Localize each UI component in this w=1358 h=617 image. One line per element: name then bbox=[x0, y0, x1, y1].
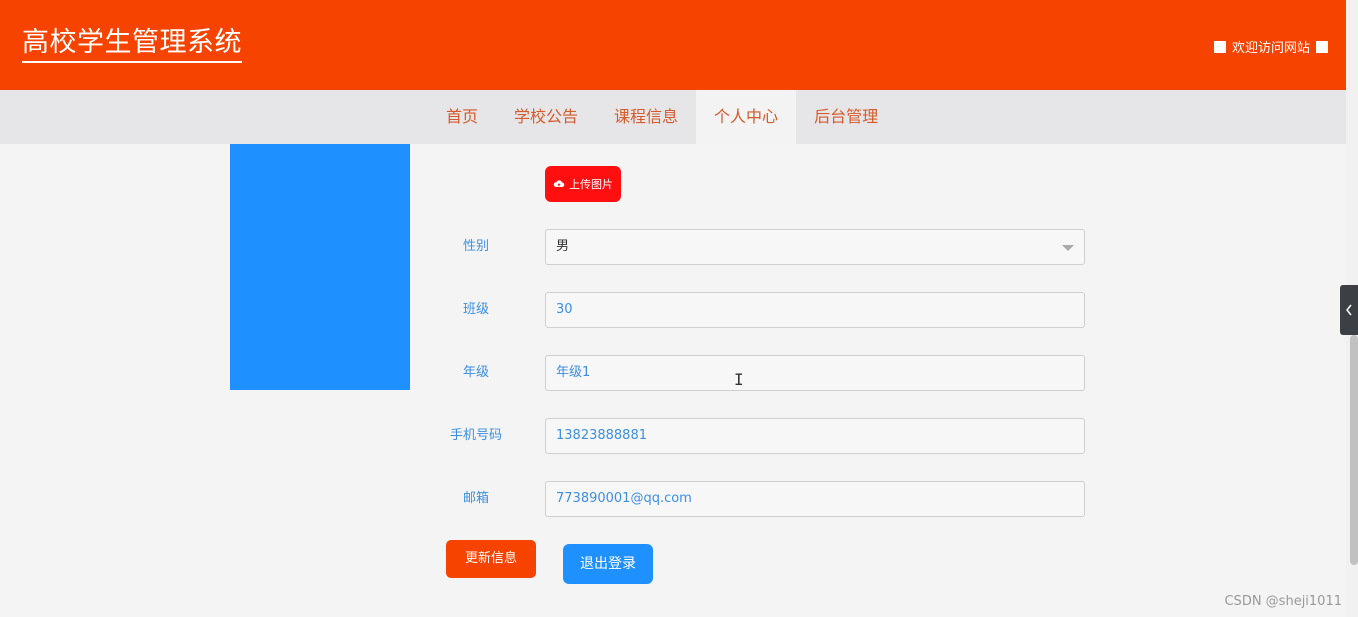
site-header: 高校学生管理系统 欢迎访问网站 bbox=[0, 0, 1346, 90]
nav-item-announcements[interactable]: 学校公告 bbox=[496, 90, 596, 144]
grade-input[interactable]: 年级1 bbox=[545, 355, 1085, 391]
chevron-left-icon bbox=[1346, 304, 1352, 316]
update-info-button[interactable]: 更新信息 bbox=[446, 540, 536, 578]
phone-input[interactable]: 13823888881 bbox=[545, 418, 1085, 454]
site-title[interactable]: 高校学生管理系统 bbox=[22, 26, 242, 63]
watermark: CSDN @sheji1011 bbox=[1224, 594, 1342, 609]
field-row-grade: 年级 年级1 bbox=[430, 355, 1090, 391]
nav-item-profile[interactable]: 个人中心 bbox=[696, 90, 797, 144]
avatar-image bbox=[230, 144, 410, 390]
welcome-text: 欢迎访问网站 bbox=[1231, 41, 1310, 56]
main-nav: 首页 学校公告 课程信息 个人中心 后台管理 bbox=[0, 90, 1346, 144]
field-row-class: 班级 30 bbox=[430, 292, 1090, 328]
gender-label: 性别 bbox=[462, 239, 489, 254]
upload-image-button[interactable]: 上传图片 bbox=[545, 166, 621, 202]
class-label: 班级 bbox=[462, 302, 489, 317]
gender-value: 男 bbox=[556, 239, 570, 254]
upload-image-label: 上传图片 bbox=[569, 178, 613, 191]
class-input[interactable]: 30 bbox=[545, 292, 1085, 328]
sidebar-toggle[interactable] bbox=[1340, 285, 1358, 335]
square-icon bbox=[1213, 40, 1226, 53]
scrollbar-thumb[interactable] bbox=[1350, 335, 1358, 565]
email-input[interactable]: 773890001@qq.com bbox=[545, 481, 1085, 517]
chevron-down-icon bbox=[1062, 245, 1074, 251]
nav-item-admin[interactable]: 后台管理 bbox=[796, 90, 896, 144]
square-icon bbox=[1316, 40, 1328, 53]
field-row-phone: 手机号码 13823888881 bbox=[430, 418, 1090, 454]
logout-button[interactable]: 退出登录 bbox=[563, 544, 653, 584]
nav-item-home[interactable]: 首页 bbox=[428, 90, 496, 144]
grade-label: 年级 bbox=[462, 365, 489, 380]
email-label: 邮箱 bbox=[462, 491, 489, 506]
gender-select[interactable]: 男 bbox=[545, 229, 1085, 265]
welcome-banner: 欢迎访问网站 bbox=[1213, 37, 1328, 56]
field-row-gender: 性别 男 bbox=[430, 229, 1090, 265]
field-row-email: 邮箱 773890001@qq.com bbox=[430, 481, 1090, 517]
phone-label: 手机号码 bbox=[449, 428, 502, 443]
nav-item-courses[interactable]: 课程信息 bbox=[596, 90, 696, 144]
nav-list: 首页 学校公告 课程信息 个人中心 后台管理 bbox=[428, 90, 896, 144]
text-cursor-icon: I bbox=[734, 370, 744, 389]
cloud-upload-icon bbox=[553, 180, 565, 187]
